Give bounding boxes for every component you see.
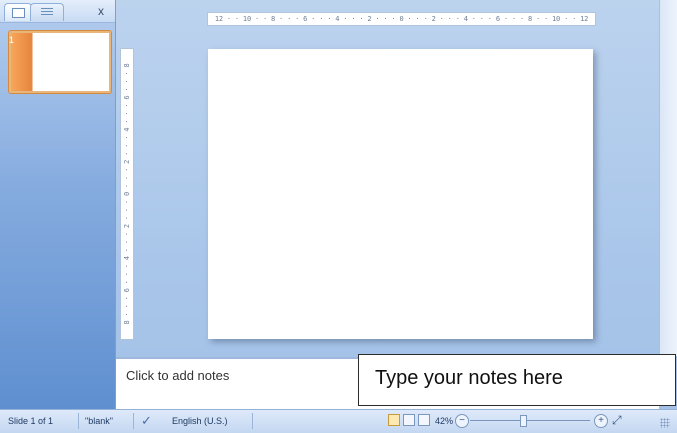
theme-name: "blank"	[85, 416, 113, 426]
status-divider	[78, 413, 79, 429]
slides-tab-icon	[12, 8, 25, 18]
slide-thumbnail-number: 1	[9, 35, 15, 45]
zoom-level[interactable]: 42%	[435, 416, 453, 426]
outline-tab-icon	[41, 8, 53, 17]
slide-show-button[interactable]	[418, 414, 430, 426]
notes-placeholder: Click to add notes	[126, 368, 230, 383]
zoom-slider-thumb[interactable]	[520, 415, 527, 427]
status-divider	[133, 413, 134, 429]
close-pane-button[interactable]: x	[93, 3, 109, 19]
tab-outline[interactable]	[30, 3, 64, 21]
vertical-scrollbar[interactable]	[659, 0, 677, 356]
status-divider	[252, 413, 253, 429]
slides-pane: x 1	[0, 0, 116, 409]
zoom-slider-track[interactable]	[470, 420, 590, 421]
pane-tabs: x	[0, 0, 115, 23]
horizontal-ruler: 12 · · 10 · · 8 · · · 6 · · · 4 · · · 2 …	[207, 12, 596, 26]
vertical-ruler: 8 · · · 6 · · · 4 · · · 2 · · · 0 · · · …	[120, 48, 134, 340]
zoom-out-button[interactable]: −	[455, 414, 469, 428]
slide-thumbnail[interactable]	[9, 31, 111, 93]
zoom-in-button[interactable]: +	[594, 414, 608, 428]
vertical-ruler-marks: 8 · · · 6 · · · 4 · · · 2 · · · 0 · · · …	[123, 63, 131, 325]
spell-check-icon[interactable]: ✓	[141, 413, 152, 429]
normal-view-button[interactable]	[388, 414, 400, 426]
annotation-callout: Type your notes here	[358, 354, 676, 406]
fit-to-window-icon[interactable]: ⤢	[612, 413, 622, 428]
powerpoint-window: x 1 12 · · 10 · · 8 · · · 6 · · · 4 · · …	[0, 0, 677, 433]
resize-grip[interactable]	[660, 418, 670, 428]
slide-sorter-view-button[interactable]	[403, 414, 415, 426]
language-indicator[interactable]: English (U.S.)	[172, 416, 228, 426]
annotation-callout-text: Type your notes here	[375, 367, 563, 389]
tab-slides[interactable]	[4, 3, 32, 21]
slide-indicator: Slide 1 of 1	[8, 416, 54, 426]
slide-canvas[interactable]	[208, 49, 593, 339]
status-bar: Slide 1 of 1 "blank" ✓ English (U.S.) 42…	[0, 409, 677, 433]
